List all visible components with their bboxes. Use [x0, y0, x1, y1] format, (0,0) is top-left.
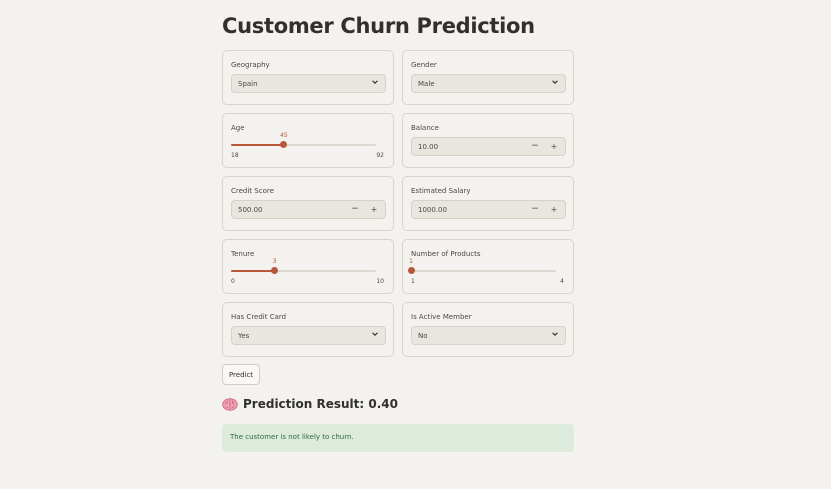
estimated-salary-input[interactable]: 1000.00 − +: [411, 200, 566, 219]
chevron-down-icon: [372, 332, 378, 336]
num-products-slider-value: 1: [409, 258, 413, 265]
balance-label: Balance: [411, 124, 439, 132]
estimated-salary-card: Estimated Salary 1000.00 − +: [402, 176, 574, 231]
has-credit-card-value: Yes: [238, 332, 250, 340]
tenure-max-label: 10: [376, 278, 384, 285]
tenure-min-label: 0: [231, 278, 235, 285]
gender-value: Male: [418, 80, 435, 88]
page-title: Customer Churn Prediction: [222, 14, 535, 38]
result-message: The customer is not likely to churn.: [230, 433, 354, 441]
chevron-down-icon: [552, 332, 558, 336]
has-credit-card-label: Has Credit Card: [231, 313, 287, 321]
geography-label: Geography: [231, 61, 270, 69]
estimated-salary-value: 1000.00: [418, 206, 447, 214]
geography-value: Spain: [238, 80, 258, 88]
app-page: Customer Churn Prediction Geography Spai…: [0, 0, 831, 489]
prediction-result-heading: Prediction Result: 0.40: [222, 397, 398, 411]
credit-score-label: Credit Score: [231, 187, 274, 195]
age-max-label: 92: [376, 152, 384, 159]
result-message-box: The customer is not likely to churn.: [222, 424, 574, 452]
estimated-salary-label: Estimated Salary: [411, 187, 471, 195]
brain-icon: [222, 397, 238, 411]
gender-label: Gender: [411, 61, 437, 69]
chevron-down-icon: [372, 80, 378, 84]
estimated-salary-increment-button[interactable]: +: [549, 203, 559, 216]
tenure-slider[interactable]: 3: [231, 258, 376, 274]
age-slider[interactable]: 45: [231, 132, 376, 148]
balance-card: Balance 10.00 − +: [402, 113, 574, 168]
balance-increment-button[interactable]: +: [549, 140, 559, 153]
age-slider-value: 45: [280, 132, 288, 139]
has-credit-card-card: Has Credit Card Yes: [222, 302, 394, 357]
tenure-slider-fill: [231, 270, 275, 272]
tenure-label: Tenure: [231, 250, 255, 258]
num-products-slider-thumb[interactable]: [407, 267, 415, 274]
credit-score-increment-button[interactable]: +: [369, 203, 379, 216]
age-slider-fill: [231, 144, 284, 146]
is-active-member-select[interactable]: No: [411, 326, 566, 345]
is-active-member-label: Is Active Member: [411, 313, 472, 321]
num-products-label: Number of Products: [411, 250, 481, 258]
geography-card: Geography Spain: [222, 50, 394, 105]
credit-score-decrement-button[interactable]: −: [350, 203, 360, 216]
is-active-member-value: No: [418, 332, 428, 340]
num-products-min-label: 1: [411, 278, 415, 285]
gender-card: Gender Male: [402, 50, 574, 105]
geography-select[interactable]: Spain: [231, 74, 386, 93]
estimated-salary-decrement-button[interactable]: −: [530, 203, 540, 216]
credit-score-input[interactable]: 500.00 − +: [231, 200, 386, 219]
credit-score-card: Credit Score 500.00 − +: [222, 176, 394, 231]
num-products-slider[interactable]: 1: [407, 258, 556, 274]
tenure-card: Tenure 3 0 10: [222, 239, 394, 294]
balance-input[interactable]: 10.00 − +: [411, 137, 566, 156]
age-card: Age 45 18 92: [222, 113, 394, 168]
age-label: Age: [231, 124, 245, 132]
num-products-max-label: 4: [560, 278, 564, 285]
predict-button[interactable]: Predict: [222, 364, 260, 385]
age-min-label: 18: [231, 152, 239, 159]
prediction-result-text: Prediction Result: 0.40: [243, 397, 398, 411]
chevron-down-icon: [552, 80, 558, 84]
credit-score-value: 500.00: [238, 206, 263, 214]
is-active-member-card: Is Active Member No: [402, 302, 574, 357]
has-credit-card-select[interactable]: Yes: [231, 326, 386, 345]
tenure-slider-thumb[interactable]: [271, 267, 278, 274]
gender-select[interactable]: Male: [411, 74, 566, 93]
num-products-card: Number of Products 1 1 4: [402, 239, 574, 294]
age-slider-thumb[interactable]: [280, 141, 288, 148]
balance-value: 10.00: [418, 143, 439, 151]
tenure-slider-value: 3: [272, 258, 277, 265]
balance-decrement-button[interactable]: −: [530, 140, 540, 153]
